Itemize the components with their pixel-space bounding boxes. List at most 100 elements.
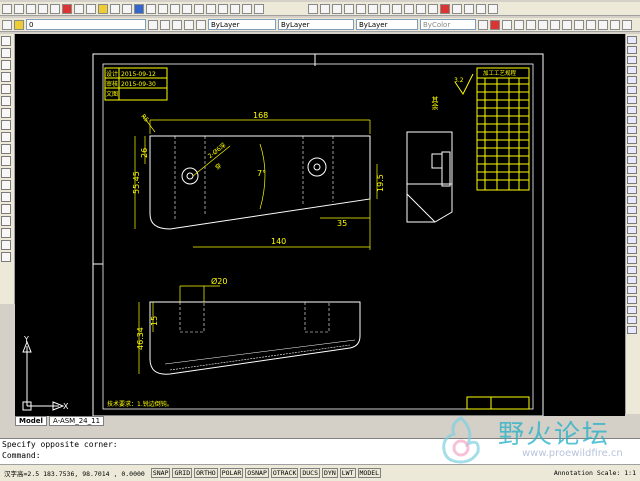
hatch-icon[interactable] [1,204,11,214]
redo-icon[interactable] [122,3,132,14]
dimension-jogged-icon[interactable] [368,3,378,14]
cut-icon[interactable] [62,3,72,14]
rotate-tool-icon[interactable] [627,96,637,104]
tab-model[interactable]: Model [15,416,47,426]
save-icon[interactable] [26,3,36,14]
scale-icon[interactable] [574,19,584,30]
offset-icon[interactable] [526,19,536,30]
print-icon[interactable] [38,3,48,14]
layer-manager-icon[interactable] [2,19,12,30]
tolerance-icon[interactable] [440,3,450,14]
dimension-aligned-icon[interactable] [320,3,330,14]
ducs-toggle[interactable]: DUCS [300,468,321,478]
polar-toggle[interactable]: POLAR [219,468,244,478]
array-tool-icon[interactable] [627,76,637,84]
trim-tool-icon[interactable] [627,126,637,134]
zoom-window-icon[interactable] [158,3,168,14]
dimension-radius-icon[interactable] [356,3,366,14]
dimension-arc-icon[interactable] [332,3,342,14]
polygon-icon[interactable] [1,72,11,82]
mirror-icon[interactable] [514,19,524,30]
tool-palettes-icon[interactable] [206,3,216,14]
dimension-edit-icon[interactable] [464,3,474,14]
lwt-toggle[interactable]: LWT [339,468,356,478]
markup-icon[interactable] [230,3,240,14]
sheet-set-icon[interactable] [218,3,228,14]
array-icon[interactable] [538,19,548,30]
osnap-none-icon[interactable] [627,316,637,324]
osnap-parallel-icon[interactable] [627,276,637,284]
osnap-perpendicular-icon[interactable] [627,266,637,274]
break-icon[interactable] [622,19,632,30]
offset-tool-icon[interactable] [627,66,637,74]
dimension-linear-icon[interactable] [308,3,318,14]
insert-block-icon[interactable] [1,168,11,178]
dimension-continue-icon[interactable] [428,3,438,14]
color-dropdown[interactable]: ByLayer [208,19,276,30]
dimension-angular-icon[interactable] [392,3,402,14]
dimension-update-icon[interactable] [476,3,486,14]
copy-object-icon[interactable] [502,19,512,30]
polyline-icon[interactable] [1,60,11,70]
point-icon[interactable] [1,192,11,202]
copy-tool-icon[interactable] [627,46,637,54]
rotate-icon[interactable] [562,19,572,30]
erase-icon[interactable] [490,19,500,30]
make-object-layer-current-icon[interactable] [148,19,158,30]
dimension-baseline-icon[interactable] [416,3,426,14]
snap-icon[interactable] [478,19,488,30]
osnap-midpoint-icon[interactable] [627,216,637,224]
annotation-scale[interactable]: Annotation Scale: 1:1 [554,469,640,477]
spline-icon[interactable] [1,132,11,142]
paste-icon[interactable] [86,3,96,14]
chamfer-icon[interactable] [627,176,637,184]
erase-tool-icon[interactable] [627,36,637,44]
osnap-quadrant-icon[interactable] [627,246,637,254]
move-icon[interactable] [550,19,560,30]
osnap-tangent-icon[interactable] [627,256,637,264]
arc-icon[interactable] [1,96,11,106]
ortho-toggle[interactable]: ORTHO [194,468,218,478]
calculator-icon[interactable] [242,3,252,14]
dim-style-icon[interactable] [184,19,194,30]
help-icon[interactable] [254,3,264,14]
gradient-icon[interactable] [1,216,11,226]
revision-cloud-icon[interactable] [1,120,11,130]
osnap-nearest-icon[interactable] [627,306,637,314]
osnap-endpoint-icon[interactable] [627,206,637,214]
layer-dropdown[interactable]: 0 [26,19,146,30]
ellipse-icon[interactable] [1,144,11,154]
layer-state-icon[interactable] [14,19,24,30]
match-properties-icon[interactable] [98,3,108,14]
explode-icon[interactable] [627,196,637,204]
extend-tool-icon[interactable] [627,136,637,144]
otrack-toggle[interactable]: OTRACK [270,468,299,478]
snap-toggle[interactable]: SNAP [150,468,171,478]
region-icon[interactable] [1,228,11,238]
open-file-icon[interactable] [14,3,24,14]
dyn-toggle[interactable]: DYN [322,468,338,478]
osnap-settings-icon[interactable] [627,326,637,334]
new-file-icon[interactable] [2,3,12,14]
linetype-dropdown[interactable]: ByLayer [278,19,354,30]
zoom-realtime-icon[interactable] [146,3,156,14]
design-center-icon[interactable] [194,3,204,14]
lineweight-dropdown[interactable]: ByLayer [356,19,418,30]
dimension-ordinate-icon[interactable] [344,3,354,14]
command-prompt[interactable]: Command: [2,450,640,461]
multiline-text-icon[interactable] [1,252,11,262]
table-icon[interactable] [1,240,11,250]
command-line[interactable]: Specify opposite corner: Command: [0,438,640,464]
grid-toggle[interactable]: GRID [172,468,193,478]
line-icon[interactable] [1,36,11,46]
ellipse-arc-icon[interactable] [1,156,11,166]
dimension-style-icon[interactable] [488,3,498,14]
join-icon[interactable] [627,166,637,174]
trim-icon[interactable] [598,19,608,30]
stretch-icon[interactable] [586,19,596,30]
undo-icon[interactable] [110,3,120,14]
osnap-insert-icon[interactable] [627,286,637,294]
table-style-icon[interactable] [196,19,206,30]
construction-line-icon[interactable] [1,48,11,58]
copy-icon[interactable] [74,3,84,14]
